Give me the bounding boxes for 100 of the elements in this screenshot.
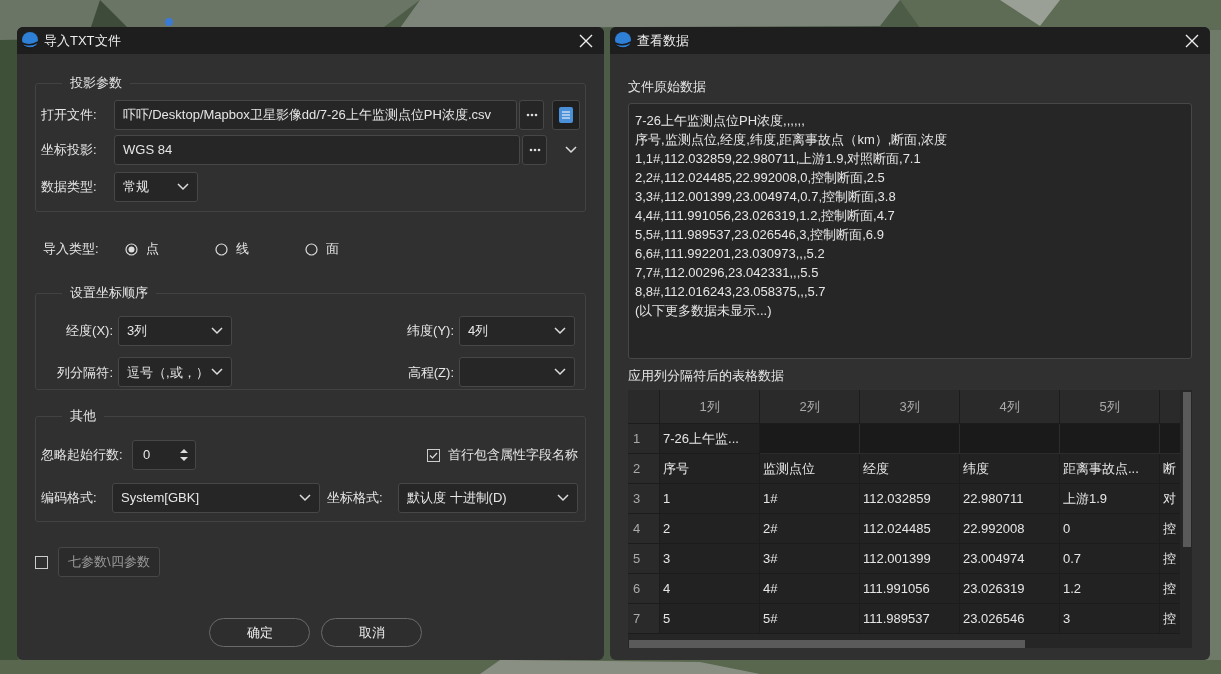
number-spinner[interactable]: 0 bbox=[132, 440, 196, 470]
table-cell: 1# bbox=[760, 484, 860, 514]
row-header[interactable]: 1 bbox=[628, 424, 660, 454]
raw-data-line: 3,3#,112.001399,23.004974,0.7,控制断面,3.8 bbox=[635, 188, 897, 206]
table-cell: 控 bbox=[1160, 514, 1180, 544]
checkbox-icon bbox=[35, 555, 48, 569]
field-label: 编码格式: bbox=[41, 489, 98, 508]
view-data-button[interactable] bbox=[552, 100, 580, 130]
table-cell: 纬度 bbox=[960, 454, 1060, 484]
row-header[interactable]: 3 bbox=[628, 484, 660, 514]
column-header[interactable]: 1列 bbox=[660, 390, 760, 424]
radio-button[interactable]: 面 bbox=[305, 239, 395, 259]
field-label: 忽略起始行数: bbox=[41, 446, 124, 465]
table-cell: 7-26上午监... bbox=[660, 424, 760, 454]
dropdown[interactable]: 默认度 十进制(D) bbox=[398, 483, 578, 513]
raw-data-line: 5,5#,111.989537,23.026546,3,控制断面,6.9 bbox=[635, 226, 885, 244]
table-cell: 4 bbox=[660, 574, 760, 604]
table-cell: 3 bbox=[660, 544, 760, 574]
field-label: 列分隔符: bbox=[56, 363, 114, 382]
table-cell: 111.989537 bbox=[860, 604, 960, 634]
raw-data-line: 1,1#,112.032859,22.980711,上游1.9,对照断面,7.1 bbox=[635, 150, 922, 168]
table-cell: 断 bbox=[1160, 454, 1180, 484]
table-cell: 23.026319 bbox=[960, 574, 1060, 604]
window-title: 查看数据 bbox=[637, 31, 690, 50]
table-cell: 5 bbox=[660, 604, 760, 634]
dropdown[interactable]: 常规 bbox=[114, 172, 198, 202]
table-cell: 112.024485 bbox=[860, 514, 960, 544]
app-logo-icon bbox=[20, 30, 40, 51]
more-icon bbox=[525, 113, 538, 117]
chevron-down-icon bbox=[565, 146, 577, 154]
field-label: 坐标投影: bbox=[41, 141, 98, 160]
file-path-field[interactable]: 吓吓/Desktop/Mapbox卫星影像dd/7-26上午监测点位PH浓度.csv bbox=[113, 100, 518, 130]
section-label: 文件原始数据 bbox=[628, 79, 707, 95]
dropdown[interactable]: 逗号（,或，） bbox=[118, 357, 232, 388]
table-cell: 1 bbox=[660, 484, 760, 514]
checkbox[interactable]: 首行包含属性字段名称 bbox=[427, 445, 580, 465]
column-header[interactable]: 5列 bbox=[1060, 390, 1160, 424]
table-cell: 2 bbox=[660, 514, 760, 544]
browse-button[interactable] bbox=[522, 135, 547, 165]
app-logo-icon bbox=[613, 30, 633, 51]
radio-icon bbox=[215, 242, 228, 256]
projection-field[interactable]: WGS 84 bbox=[114, 135, 520, 165]
chevron-down-icon bbox=[177, 183, 189, 191]
row-header[interactable]: 6 bbox=[628, 574, 660, 604]
column-header[interactable]: 2列 bbox=[760, 390, 860, 424]
raw-data-line: 2,2#,112.024485,22.992008,0,控制断面,2.5 bbox=[635, 169, 886, 187]
chevron-down-icon bbox=[554, 326, 566, 335]
raw-data-line: 7,7#,112.00296,23.042331,,,5.5 bbox=[635, 264, 820, 282]
field-label: 经度(X): bbox=[65, 322, 114, 340]
table-cell: 22.980711 bbox=[960, 484, 1060, 514]
chevron-down-icon bbox=[299, 494, 311, 502]
table-cell: 距离事故点... bbox=[1060, 454, 1160, 484]
table-cell: 4# bbox=[760, 574, 860, 604]
column-header[interactable]: 4列 bbox=[960, 390, 1060, 424]
table-cell: 5# bbox=[760, 604, 860, 634]
table-cell: 3# bbox=[760, 544, 860, 574]
dropdown[interactable]: 3列 bbox=[118, 315, 232, 346]
table-cell: 112.001399 bbox=[860, 544, 960, 574]
dialog-button[interactable]: 确定 bbox=[209, 618, 310, 647]
table-cell: 序号 bbox=[660, 454, 760, 484]
table-cell: 1.2 bbox=[1060, 574, 1160, 604]
raw-data-line: 6,6#,111.992201,23.030973,,,5.2 bbox=[635, 245, 826, 263]
dialog-button[interactable]: 取消 bbox=[321, 618, 422, 647]
table-cell: 控 bbox=[1160, 574, 1180, 604]
dropdown[interactable]: 4列 bbox=[459, 315, 575, 346]
row-header[interactable]: 2 bbox=[628, 454, 660, 484]
checkbox-checked-icon bbox=[427, 448, 440, 462]
radio-button[interactable]: 点 bbox=[125, 239, 215, 259]
dropdown[interactable]: System[GBK] bbox=[112, 483, 320, 513]
table-cell: 对 bbox=[1160, 484, 1180, 514]
column-header[interactable]: 3列 bbox=[860, 390, 960, 424]
vertical-scrollbar[interactable] bbox=[1183, 392, 1191, 547]
radio-button[interactable]: 线 bbox=[215, 239, 305, 259]
close-icon bbox=[579, 33, 593, 48]
table-cell: 控 bbox=[1160, 604, 1180, 634]
row-header[interactable]: 7 bbox=[628, 604, 660, 634]
field-label: 导入类型: bbox=[43, 240, 100, 259]
row-header[interactable]: 4 bbox=[628, 514, 660, 544]
radio-icon bbox=[305, 242, 318, 256]
table-cell: 22.992008 bbox=[960, 514, 1060, 544]
table-cell: 23.026546 bbox=[960, 604, 1060, 634]
table-cell: 111.991056 bbox=[860, 574, 960, 604]
raw-data-line: 序号,监测点位,经度,纬度,距离事故点（km）,断面,浓度 bbox=[635, 131, 948, 149]
document-icon bbox=[559, 107, 574, 123]
table-cell: 控 bbox=[1160, 544, 1180, 574]
browse-button[interactable] bbox=[519, 100, 545, 130]
section-label: 应用列分隔符后的表格数据 bbox=[628, 368, 785, 384]
field-label: 数据类型: bbox=[41, 178, 98, 197]
table-cell: 0 bbox=[1060, 514, 1160, 544]
horizontal-scrollbar[interactable] bbox=[629, 640, 1025, 648]
raw-data-line: 8,8#,112.016243,23.058375,,,5.7 bbox=[635, 283, 827, 301]
window-title: 导入TXT文件 bbox=[44, 31, 122, 50]
group-title: 设置坐标顺序 bbox=[62, 285, 156, 301]
spin-arrows-icon bbox=[179, 448, 189, 462]
dropdown[interactable] bbox=[459, 357, 575, 388]
field-label: 打开文件: bbox=[41, 106, 98, 125]
row-header[interactable]: 5 bbox=[628, 544, 660, 574]
close-icon bbox=[1185, 33, 1199, 48]
table-cell: 上游1.9 bbox=[1060, 484, 1160, 514]
radio-selected-icon bbox=[125, 242, 138, 256]
